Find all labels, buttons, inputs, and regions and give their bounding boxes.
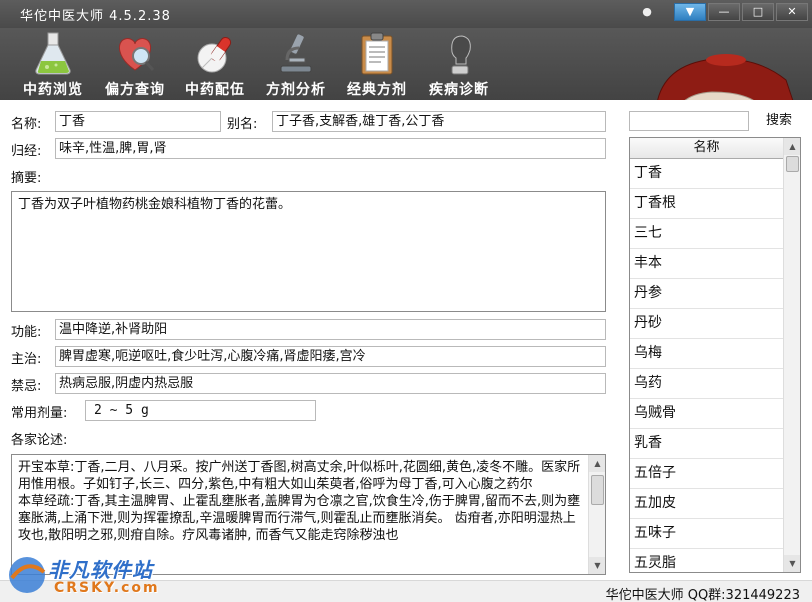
list-item[interactable]: 五倍子 xyxy=(630,459,783,489)
guijing-field[interactable]: 味辛,性温,脾,胃,肾 xyxy=(55,138,606,159)
jinji-label: 禁忌: xyxy=(11,375,41,394)
list-header[interactable]: 名称 xyxy=(630,138,783,159)
jinji-field[interactable]: 热病忌服,阴虚内热忌服 xyxy=(55,373,606,394)
zhuzhi-label: 主治: xyxy=(11,348,41,367)
main-toolbar: 中药浏览 偏方查询 中药配伍 方剂分析 xyxy=(0,28,812,100)
list-item[interactable]: 乳香 xyxy=(630,429,783,459)
clipboard-icon xyxy=(354,30,400,76)
list-item[interactable]: 丁香 xyxy=(630,159,783,189)
toolbar-classic-prescriptions[interactable]: 经典方剂 xyxy=(342,30,412,100)
summary-text: 丁香为双子叶植物药桃金娘科植物丁香的花蕾。 xyxy=(18,197,291,212)
search-button[interactable]: 搜索 xyxy=(757,111,801,131)
toolbar-label: 中药浏览 xyxy=(20,79,86,99)
scroll-thumb[interactable] xyxy=(786,156,799,172)
summary-label: 摘要: xyxy=(11,167,41,186)
toolbar-label: 偏方查询 xyxy=(100,79,170,99)
flask-icon xyxy=(30,30,76,76)
list-item[interactable]: 乌贼骨 xyxy=(630,399,783,429)
list-item[interactable]: 五味子 xyxy=(630,519,783,549)
close-button[interactable]: ✕ xyxy=(776,3,808,21)
toolbar-prescription-analysis[interactable]: 方剂分析 xyxy=(262,30,330,100)
list-item[interactable]: 乌药 xyxy=(630,369,783,399)
gongneng-label: 功能: xyxy=(11,321,41,340)
list-item[interactable]: 丰本 xyxy=(630,249,783,279)
summary-textarea[interactable]: 丁香为双子叶植物药桃金娘科植物丁香的花蕾。 xyxy=(11,191,606,312)
pills-icon xyxy=(192,30,238,76)
list-scrollbar[interactable]: ▲ ▼ xyxy=(783,138,800,572)
skin-icon[interactable]: ● xyxy=(640,5,654,19)
dose-label: 常用剂量: xyxy=(11,402,67,421)
toolbar-label: 方剂分析 xyxy=(262,79,330,99)
name-label: 名称: xyxy=(11,113,41,132)
toolbar-folk-remedy[interactable]: 偏方查询 xyxy=(100,30,170,100)
alias-label: 别名: xyxy=(227,113,257,132)
main-panel: 名称: 丁香 别名: 丁子香,支解香,雄丁香,公丁香 归经: 味辛,性温,脾,胃… xyxy=(0,100,812,580)
head-model-icon xyxy=(436,30,482,76)
search-input[interactable] xyxy=(629,111,749,131)
list-item[interactable]: 乌梅 xyxy=(630,339,783,369)
list-item[interactable]: 丹砂 xyxy=(630,309,783,339)
list-rows: 丁香丁香根三七丰本丹参丹砂乌梅乌药乌贼骨乳香五倍子五加皮五味子五灵脂 xyxy=(630,159,800,573)
scroll-down-icon[interactable]: ▼ xyxy=(784,555,801,572)
dose-field[interactable]: 2 ~ 5 g xyxy=(85,400,316,421)
list-item[interactable]: 丁香根 xyxy=(630,189,783,219)
list-item[interactable]: 丹参 xyxy=(630,279,783,309)
zhuzhi-field[interactable]: 脾胃虚寒,呃逆呕吐,食少吐泻,心腹冷痛,肾虚阳痿,宫冷 xyxy=(55,346,606,367)
list-item[interactable]: 五灵脂 xyxy=(630,549,783,573)
maximize-button[interactable]: □ xyxy=(742,3,774,21)
status-bar: 华佗中医大师 QQ群:321449223 xyxy=(0,580,812,602)
status-text: 华佗中医大师 QQ群:321449223 xyxy=(606,584,800,602)
scroll-up-icon[interactable]: ▲ xyxy=(784,138,801,155)
toolbar-herb-combination[interactable]: 中药配伍 xyxy=(182,30,248,100)
list-item[interactable]: 三七 xyxy=(630,219,783,249)
toolbar-label: 疾病诊断 xyxy=(424,79,494,99)
window-controls: ▼ — □ ✕ xyxy=(674,3,808,21)
gongneng-field[interactable]: 温中降逆,补肾助阳 xyxy=(55,319,606,340)
lunshu-scrollbar[interactable]: ▲ ▼ xyxy=(588,455,605,574)
toolbar-label: 经典方剂 xyxy=(342,79,412,99)
herb-list: 名称 丁香丁香根三七丰本丹参丹砂乌梅乌药乌贼骨乳香五倍子五加皮五味子五灵脂 ▲ … xyxy=(629,137,801,573)
name-field[interactable]: 丁香 xyxy=(55,111,221,132)
lunshu-textarea[interactable]: 开宝本草:丁香,二月、八月采。按广州送丁香图,树高丈余,叶似栎叶,花圆细,黄色,… xyxy=(11,454,606,575)
lunshu-label: 各家论述: xyxy=(11,429,67,448)
scroll-down-icon[interactable]: ▼ xyxy=(589,557,606,574)
guijing-label: 归经: xyxy=(11,140,41,159)
minimize-button[interactable]: — xyxy=(708,3,740,21)
list-item[interactable]: 五加皮 xyxy=(630,489,783,519)
title-bar: 华佗中医大师 4.5.2.38 ● ▼ — □ ✕ xyxy=(0,0,812,28)
lunshu-text: 开宝本草:丁香,二月、八月采。按广州送丁香图,树高丈余,叶似栎叶,花圆细,黄色,… xyxy=(18,459,583,544)
window-title: 华佗中医大师 4.5.2.38 xyxy=(20,5,171,24)
scroll-up-icon[interactable]: ▲ xyxy=(589,455,606,472)
scroll-thumb[interactable] xyxy=(591,475,604,505)
alias-field[interactable]: 丁子香,支解香,雄丁香,公丁香 xyxy=(272,111,606,132)
toolbar-herb-browse[interactable]: 中药浏览 xyxy=(20,30,86,100)
toolbar-label: 中药配伍 xyxy=(182,79,248,99)
heart-magnifier-icon xyxy=(112,30,158,76)
microscope-icon xyxy=(273,30,319,76)
dropdown-button[interactable]: ▼ xyxy=(674,3,706,21)
toolbar-disease-diagnosis[interactable]: 疾病诊断 xyxy=(424,30,494,100)
